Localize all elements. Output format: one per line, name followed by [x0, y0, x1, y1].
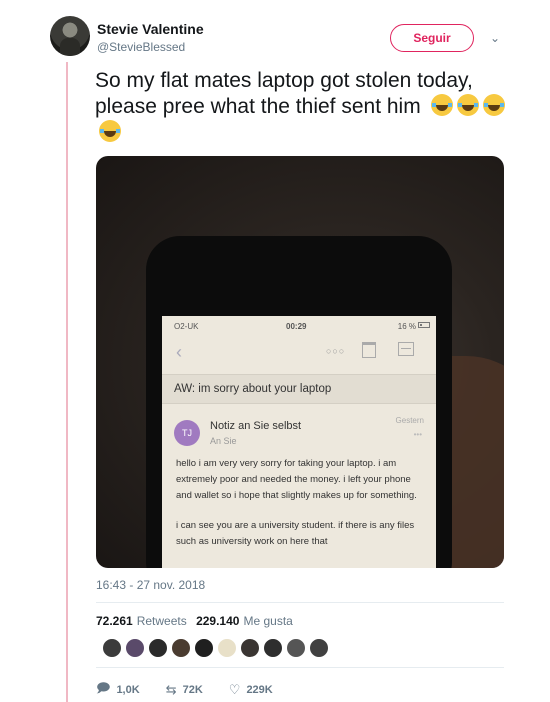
- phone-screen: O2-UK 00:29 16 % ‹ ○○○ AW: im sorry abou…: [162, 316, 436, 568]
- chevron-down-icon[interactable]: ⌄: [487, 30, 503, 46]
- email-subject: AW: im sorry about your laptop: [174, 383, 332, 395]
- email-body-paragraph: hello i am very very sorry for taking yo…: [176, 458, 417, 501]
- liker-avatar[interactable]: [102, 638, 122, 658]
- reply-button[interactable]: 🗩 1,0K: [96, 679, 140, 701]
- status-bar: O2-UK 00:29 16 %: [162, 316, 436, 334]
- liker-avatar[interactable]: [125, 638, 145, 658]
- tweet-actions: 🗩 1,0K ⇆ 72K ♡ 229K: [96, 679, 299, 701]
- retweet-button[interactable]: ⇆ 72K: [166, 682, 203, 698]
- thread-line: [66, 62, 68, 702]
- retweets-count[interactable]: 72.261: [96, 614, 133, 628]
- archive-icon: [398, 342, 414, 356]
- more-dots-icon: ○○○: [326, 346, 346, 356]
- battery-icon: [418, 322, 430, 328]
- back-chevron-icon: ‹: [176, 342, 182, 362]
- email-more-icon: •••: [413, 430, 422, 439]
- engagement-stats: 72.261 Retweets 229.140 Me gusta: [96, 614, 293, 628]
- reply-count: 1,0K: [116, 684, 140, 696]
- user-display-name[interactable]: Stevie Valentine: [97, 21, 204, 37]
- retweet-count: 72K: [182, 684, 203, 696]
- trash-icon: [362, 342, 376, 358]
- follow-button[interactable]: Seguir: [390, 24, 474, 52]
- email-body: hello i am very very sorry for taking yo…: [176, 456, 424, 564]
- mail-nav-bar: ‹ ○○○: [162, 334, 436, 368]
- email-date: Gestern: [395, 416, 424, 425]
- liker-avatar[interactable]: [217, 638, 237, 658]
- email-body-paragraph: i can see you are a university student. …: [176, 520, 415, 547]
- tweet-text: So my flat mates laptop got stolen today…: [95, 68, 515, 146]
- tweet-timestamp[interactable]: 16:43 - 27 nov. 2018: [96, 578, 205, 592]
- liker-avatar[interactable]: [171, 638, 191, 658]
- face-with-tears-of-joy-icon: [430, 94, 453, 116]
- liker-avatar[interactable]: [309, 638, 329, 658]
- liker-avatar[interactable]: [263, 638, 283, 658]
- divider: [96, 602, 504, 603]
- photo-phone: O2-UK 00:29 16 % ‹ ○○○ AW: im sorry abou…: [146, 236, 452, 568]
- retweet-icon: ⇆: [165, 682, 177, 697]
- liker-avatar[interactable]: [148, 638, 168, 658]
- liker-avatar[interactable]: [286, 638, 306, 658]
- email-subject-bar: AW: im sorry about your laptop: [162, 374, 436, 404]
- carrier-label: O2-UK: [174, 322, 199, 331]
- clock-label: 00:29: [286, 322, 307, 331]
- face-with-tears-of-joy-icon: [99, 120, 121, 142]
- user-handle[interactable]: @StevieBlessed: [97, 40, 185, 54]
- likes-label[interactable]: Me gusta: [243, 614, 292, 628]
- like-button[interactable]: ♡ 229K: [229, 682, 273, 698]
- email-recipient: An Sie: [210, 436, 237, 446]
- heart-icon: ♡: [228, 682, 241, 697]
- divider: [96, 667, 504, 668]
- email-sender: Notiz an Sie selbst: [210, 420, 302, 432]
- liker-avatar[interactable]: [240, 638, 260, 658]
- like-count: 229K: [246, 684, 273, 696]
- likers-avatars: [102, 638, 329, 658]
- likes-count[interactable]: 229.140: [196, 614, 239, 628]
- face-with-tears-of-joy-icon: [456, 94, 479, 116]
- reply-icon: 🗩: [96, 680, 111, 695]
- battery-label: 16 %: [397, 322, 416, 331]
- retweets-label[interactable]: Retweets: [137, 614, 187, 628]
- tweet-text-content: So my flat mates laptop got stolen today…: [95, 69, 473, 118]
- avatar[interactable]: [50, 16, 90, 56]
- sender-avatar: TJ: [174, 420, 200, 446]
- face-with-tears-of-joy-icon: [482, 94, 505, 116]
- tweet-photo[interactable]: O2-UK 00:29 16 % ‹ ○○○ AW: im sorry abou…: [96, 156, 504, 568]
- liker-avatar[interactable]: [194, 638, 214, 658]
